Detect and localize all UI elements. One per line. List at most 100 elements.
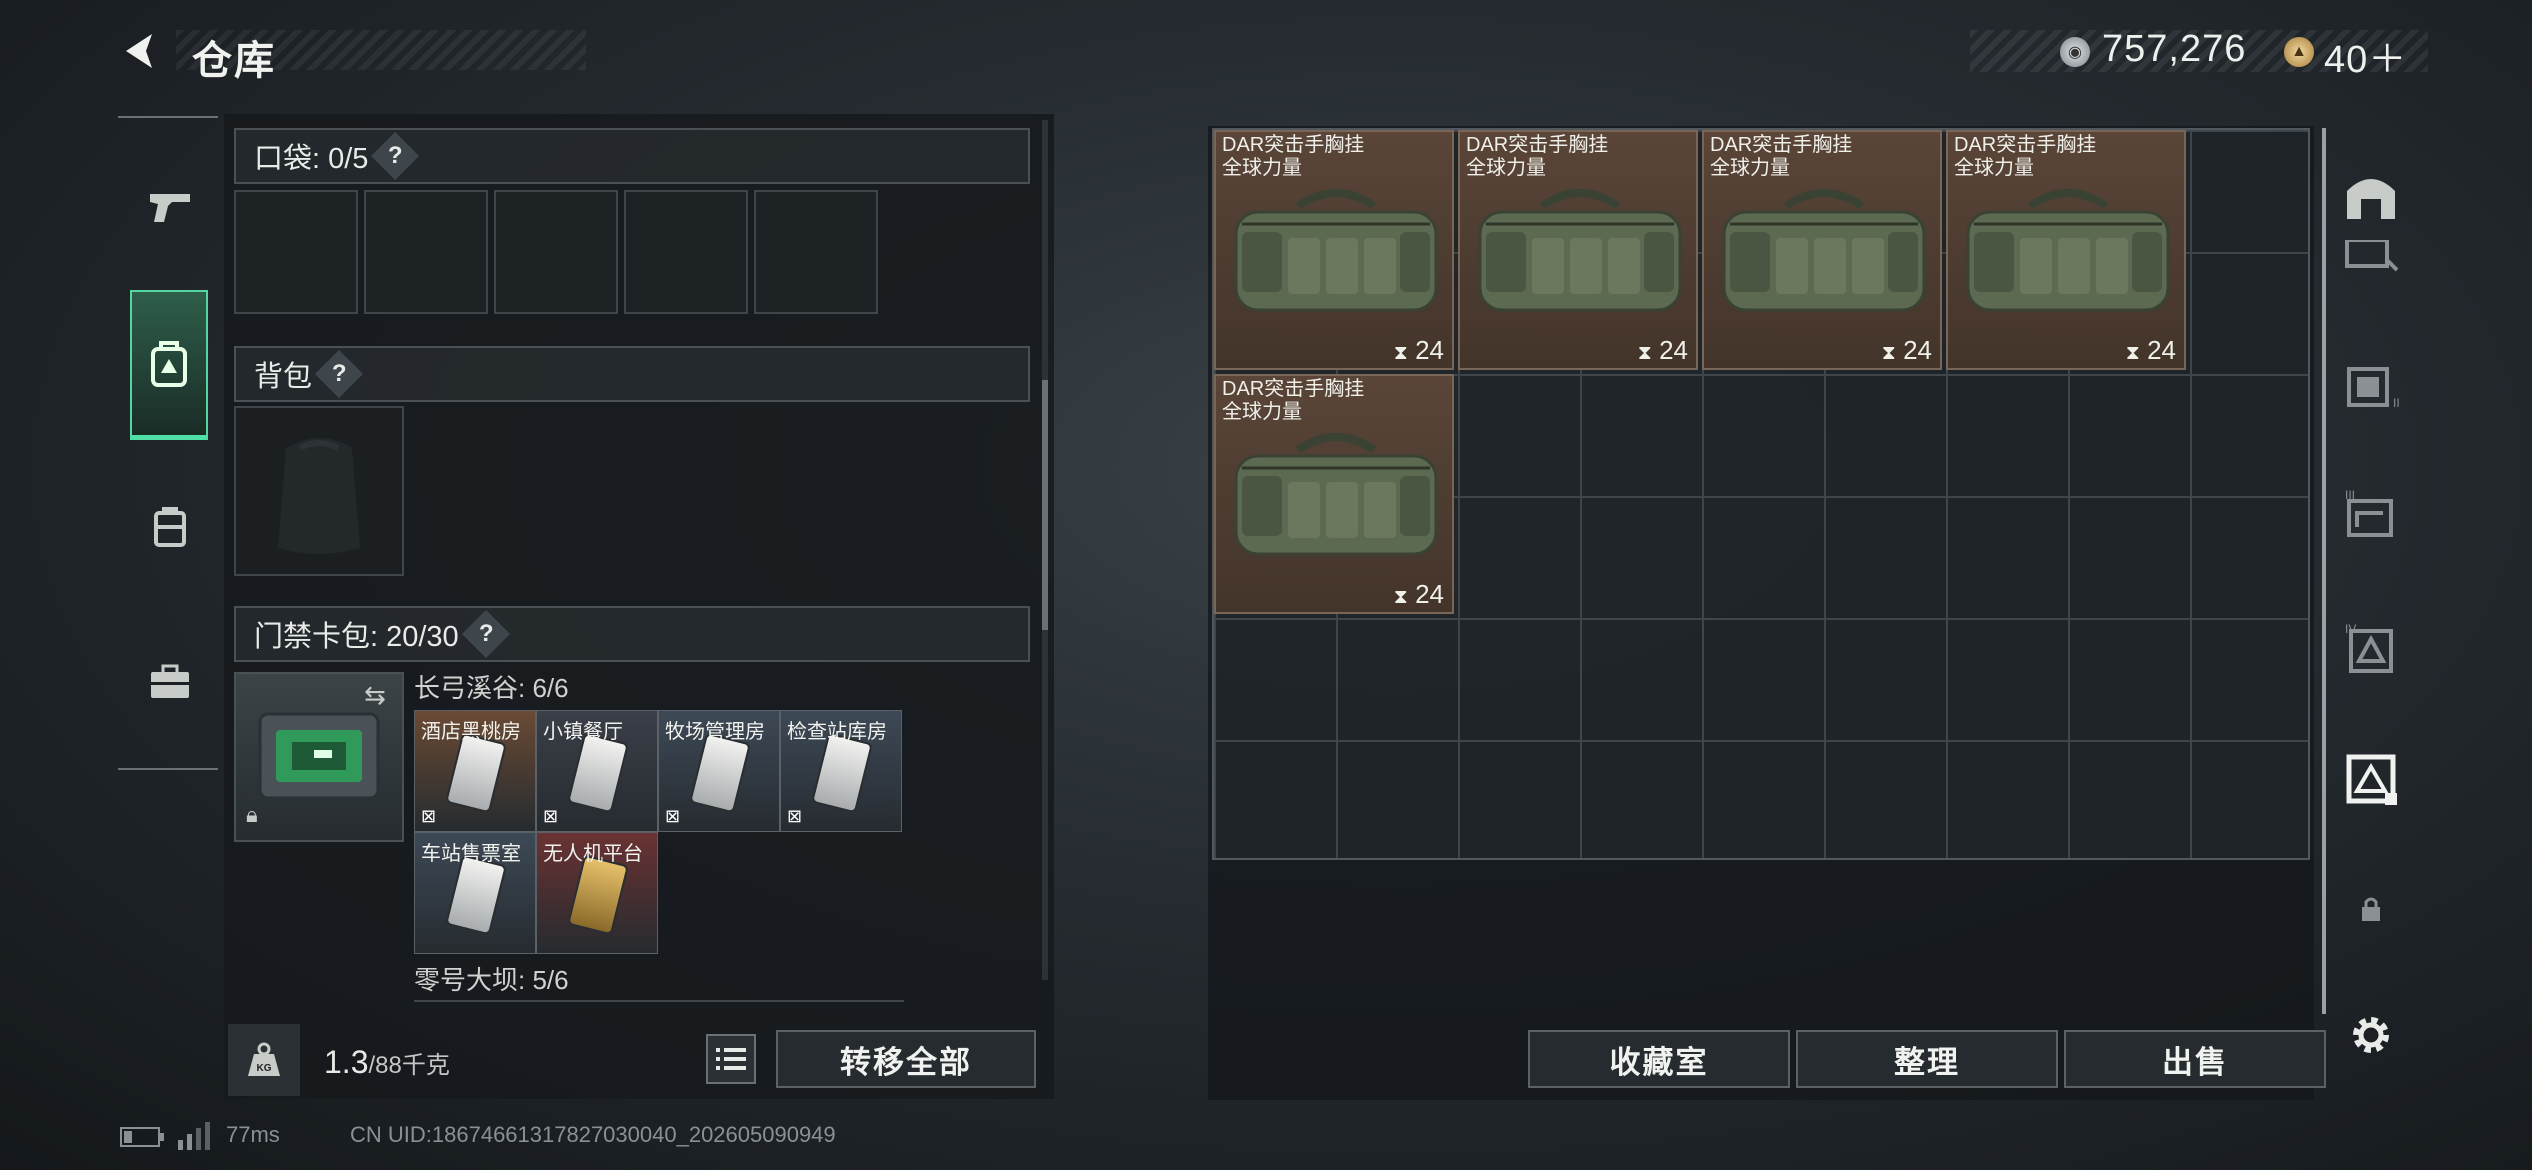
keycard-name: 小镇餐厅: [543, 721, 623, 743]
keycard-row-partial: [414, 1000, 904, 1020]
duffel-bag-icon: [1966, 189, 2170, 312]
stash-item[interactable]: DAR突击手胸挂 全球力量 ⧗ 24: [1214, 130, 1454, 370]
durability-icon: ⧗: [1393, 586, 1408, 608]
keycard-name: 酒店黑桃房: [421, 721, 521, 743]
item-name-line2: 全球力量: [1222, 401, 1302, 423]
keycard-name: 牧场管理房: [665, 721, 765, 743]
uid-text: CN UID:18674661317827030040_202605090949: [350, 1122, 836, 1147]
item-quantity-value: 24: [2147, 335, 2176, 365]
sell-button[interactable]: 出售: [2064, 1030, 2326, 1088]
svg-text:IV: IV: [2345, 622, 2356, 636]
sort-button[interactable]: 整理: [1796, 1030, 2058, 1088]
stash-page-4-icon[interactable]: IV: [2336, 614, 2406, 684]
duffel-bag-icon: [1722, 189, 1926, 312]
no-trade-icon: ⊠: [421, 806, 437, 826]
item-name-line2: 全球力量: [1466, 157, 1546, 179]
stash-page-3-icon[interactable]: III: [2336, 480, 2406, 550]
pocket-header: 口袋: 0/5 ?: [234, 128, 1030, 184]
durability-icon: ⧗: [2125, 342, 2140, 364]
gold-coin-icon: ▲: [2284, 37, 2314, 67]
keycard-image: [688, 732, 752, 814]
keycard-image: [444, 732, 508, 814]
briefcase-icon[interactable]: [134, 646, 206, 718]
item-name-line2: 全球力量: [1710, 157, 1790, 179]
item-name: DAR突击手胸挂 全球力量: [1222, 134, 1364, 180]
help-icon[interactable]: ?: [314, 349, 364, 399]
no-trade-icon: ⊠: [665, 806, 681, 826]
list-view-button[interactable]: [706, 1034, 756, 1084]
keycard-item[interactable]: 酒店黑桃房 ⊠: [414, 710, 536, 832]
item-quantity: ⧗ 24: [2126, 335, 2176, 366]
item-quantity-value: 24: [1659, 335, 1688, 365]
svg-text:III: III: [2345, 488, 2355, 502]
stash-item[interactable]: DAR突击手胸挂 全球力量 ⧗ 24: [1214, 374, 1454, 614]
backpack-slot[interactable]: [234, 406, 404, 576]
nav-divider: [118, 116, 218, 118]
keycard-item[interactable]: 牧场管理房 ⊠: [658, 710, 780, 832]
pistol-icon[interactable]: [134, 170, 206, 242]
stash-item[interactable]: DAR突击手胸挂 全球力量 ⧗ 24: [1458, 130, 1698, 370]
pocket-slot[interactable]: [364, 190, 488, 314]
zone-label: 零号大坝: 5/6: [414, 965, 569, 995]
backpack-tab-icon[interactable]: [134, 490, 206, 562]
item-name-line1: DAR突击手胸挂: [1710, 134, 1853, 156]
pocket-slot[interactable]: [494, 190, 618, 314]
collection-room-button[interactable]: 收藏室: [1528, 1030, 1790, 1088]
zone-label: 长弓溪谷: 6/6: [414, 673, 569, 703]
duffel-bag-icon: [1478, 189, 1682, 312]
item-quantity: ⧗ 24: [1882, 335, 1932, 366]
stash-scroll-thumb[interactable]: [2322, 128, 2326, 1014]
item-name-line1: DAR突击手胸挂: [1954, 134, 2097, 156]
help-icon[interactable]: ?: [461, 609, 510, 659]
item-name-line2: 全球力量: [1954, 157, 2034, 179]
weight-readout: 1.3/88千克: [324, 1044, 450, 1081]
settings-gear-icon[interactable]: [2336, 1000, 2406, 1070]
svg-text:II: II: [2393, 396, 2399, 410]
keycard-item[interactable]: 车站售票室: [414, 832, 536, 954]
signal-icon: [178, 1122, 212, 1155]
duffel-bag-icon: [1234, 189, 1438, 312]
equipment-tab[interactable]: [130, 290, 208, 440]
keycard-item[interactable]: 无人机平台: [536, 832, 658, 954]
warehouse-icon[interactable]: [2336, 160, 2406, 230]
keycard-item[interactable]: 小镇餐厅 ⊠: [536, 710, 658, 832]
list-icon: [716, 1048, 746, 1070]
keycard-case-slot[interactable]: ⇆ 🔒︎: [234, 672, 404, 842]
item-name-line1: DAR突击手胸挂: [1222, 134, 1365, 156]
keycard-item[interactable]: 检查站库房 ⊠: [780, 710, 902, 832]
duffel-bag-icon: [1234, 433, 1438, 556]
left-scroll-thumb[interactable]: [1042, 380, 1048, 630]
currency-silver-value: 757,276: [2102, 28, 2247, 70]
battery-icon: [120, 1126, 166, 1153]
pocket-slot[interactable]: [234, 190, 358, 314]
keycard-header: 门禁卡包: 20/30 ?: [234, 606, 1030, 662]
pocket-slot[interactable]: [624, 190, 748, 314]
ping-value: 77ms: [226, 1122, 280, 1147]
keycard-name: 车站售票室: [421, 843, 521, 865]
stash-item[interactable]: DAR突击手胸挂 全球力量 ⧗ 24: [1702, 130, 1942, 370]
item-name: DAR突击手胸挂 全球力量: [1222, 378, 1364, 424]
page-title: 仓库: [192, 39, 276, 83]
stash-item[interactable]: DAR突击手胸挂 全球力量 ⧗ 24: [1946, 130, 2186, 370]
keycard-label: 门禁卡包: 20/30: [254, 621, 459, 653]
swap-icon[interactable]: ⇆: [364, 680, 386, 711]
keycard-image: [566, 732, 630, 814]
durability-icon: ⧗: [1881, 342, 1896, 364]
item-name: DAR突击手胸挂 全球力量: [1466, 134, 1608, 180]
item-quantity: ⧗ 24: [1394, 579, 1444, 610]
pocket-slot[interactable]: [754, 190, 878, 314]
back-icon[interactable]: [118, 28, 164, 74]
backpack-header: 背包 ?: [234, 346, 1030, 402]
keycard-image: [444, 854, 508, 936]
keycard-image: [566, 854, 630, 936]
stash-page-1-icon[interactable]: [2336, 240, 2406, 280]
weight-capacity: /88千克: [368, 1052, 450, 1079]
svg-text:KG: KG: [257, 1063, 272, 1074]
stash-page-5-icon[interactable]: [2336, 744, 2406, 814]
weight-value: 1.3: [324, 1044, 369, 1080]
currency-gold-value[interactable]: 40＋: [2324, 28, 2407, 83]
stash-page-2-icon[interactable]: II: [2336, 350, 2406, 420]
transfer-all-button[interactable]: 转移全部: [776, 1030, 1036, 1088]
help-icon[interactable]: ?: [371, 131, 420, 181]
no-trade-icon: ⊠: [543, 806, 559, 826]
